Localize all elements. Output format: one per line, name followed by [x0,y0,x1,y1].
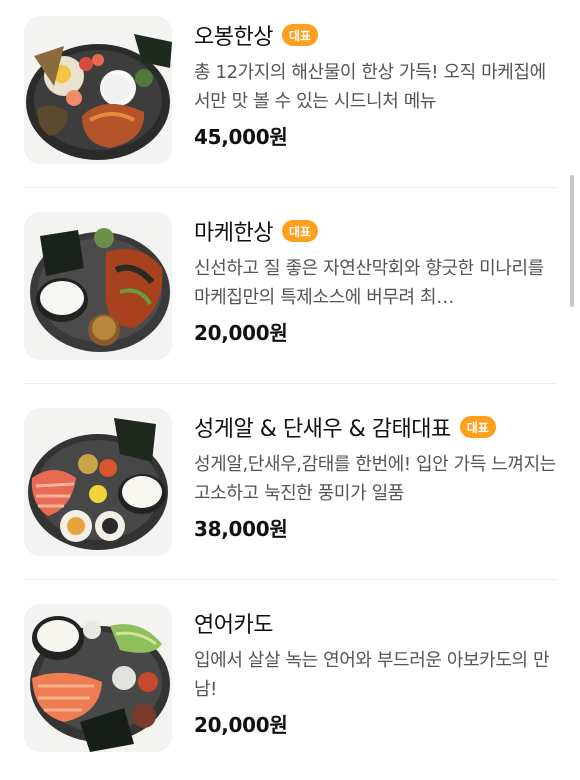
menu-item-description: 신선하고 질 좋은 자연산막회와 향긋한 미나리를 마케집만의 특제소스에 버무… [194,258,544,308]
signature-badge: 대표 [459,416,496,438]
menu-item-price: 38,000원 [194,517,288,541]
menu-item-description: 성게알,단새우,감태를 한번에! 입안 가득 느껴지는 고소하고 눅진한 풍미가… [194,454,556,504]
scrollbar[interactable] [570,175,574,307]
menu-item-name: 연어카도 [194,613,273,638]
menu-item-price: 45,000원 [194,125,288,149]
signature-badge: 대표 [281,220,319,242]
menu-item[interactable]: 성게알 & 단새우 & 감태대표 대표 성게알,단새우,감태를 한번에! 입안 … [0,404,580,584]
menu-item-photo [24,408,172,556]
divider [24,383,556,384]
menu-item-description: 총 12가지의 해산물이 한상 가득! 오직 마케집에서만 맛 볼 수 있는 시… [194,62,546,112]
menu-item-price: 20,000원 [194,321,288,345]
menu-item[interactable]: 오봉한상 대표 총 12가지의 해산물이 한상 가득! 오직 마케집에서만 맛 … [0,12,580,192]
menu-item-title-row: 오봉한상 대표 [194,18,558,52]
menu-item[interactable]: 연어카도 입에서 살살 녹는 연어와 부드러운 아보카도의 만남! 20,000… [0,600,580,780]
menu-item-name: 마케한상 [194,221,273,246]
menu-item[interactable]: 마케한상 대표 신선하고 질 좋은 자연산막회와 향긋한 미나리를 마케집만의 … [0,208,580,388]
menu-item-info: 오봉한상 대표 총 12가지의 해산물이 한상 가득! 오직 마케집에서만 맛 … [194,18,558,150]
divider [24,579,556,580]
menu-item-description: 입에서 살살 녹는 연어와 부드러운 아보카도의 만남! [194,650,550,700]
menu-item-photo [24,16,172,164]
menu-item-photo [24,604,172,752]
menu-item-title-row: 마케한상 대표 [194,214,558,248]
signature-badge: 대표 [281,24,319,46]
menu-item-name: 성게알 & 단새우 & 감태대표 [194,417,451,442]
menu-item-price: 20,000원 [194,713,288,737]
menu-item-info: 마케한상 대표 신선하고 질 좋은 자연산막회와 향긋한 미나리를 마케집만의 … [194,214,558,346]
menu-item-title-row: 연어카도 [194,606,558,640]
menu-item-photo [24,212,172,360]
menu-item-name: 오봉한상 [194,25,273,50]
menu-item-info: 성게알 & 단새우 & 감태대표 대표 성게알,단새우,감태를 한번에! 입안 … [194,410,558,542]
menu-item-title-row: 성게알 & 단새우 & 감태대표 대표 [194,410,558,444]
divider [24,187,556,188]
menu-item-info: 연어카도 입에서 살살 녹는 연어와 부드러운 아보카도의 만남! 20,000… [194,606,558,738]
